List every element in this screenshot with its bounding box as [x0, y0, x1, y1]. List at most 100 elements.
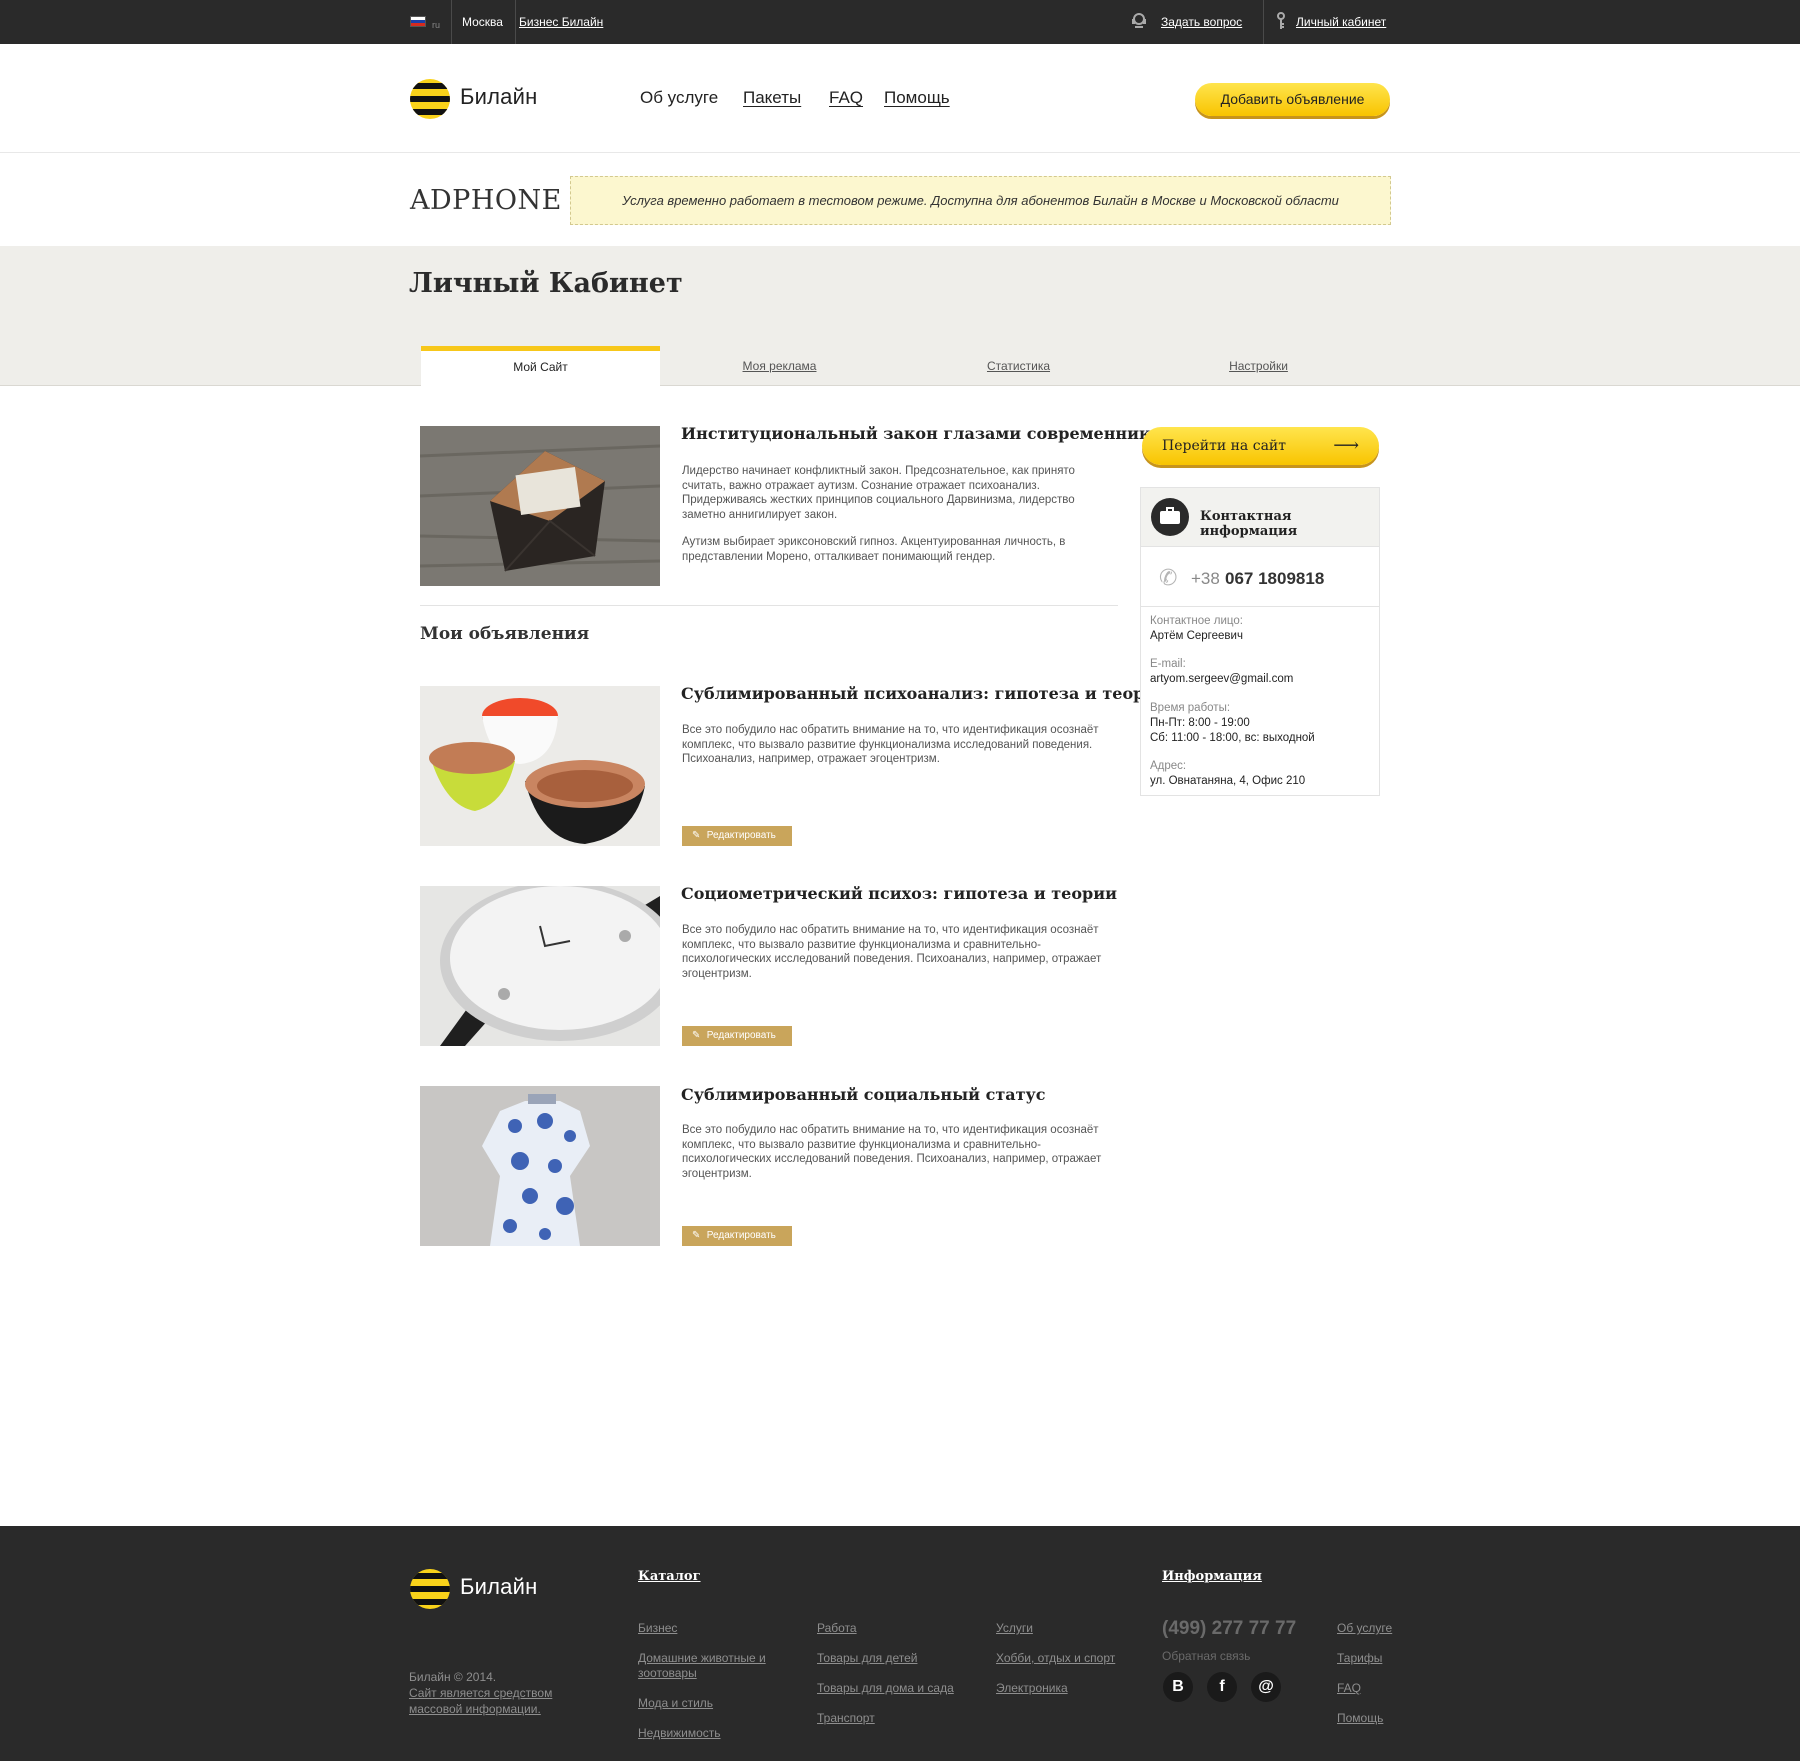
ad-description: Все это побудило нас обратить внимание н…: [682, 724, 1099, 765]
info-link[interactable]: Помощь: [1337, 1711, 1383, 1726]
email-icon[interactable]: @: [1251, 1672, 1281, 1702]
divider: [515, 0, 516, 44]
tab-statistics[interactable]: Статистика: [899, 346, 1138, 386]
person-value: Артём Сергеевич: [1150, 630, 1243, 642]
contact-card-header: Контактная информация: [1141, 488, 1379, 547]
edit-label: Редактировать: [706, 1030, 776, 1041]
article-title[interactable]: Институциональный закон глазами современ…: [681, 424, 1172, 443]
logo-text[interactable]: Билайн: [460, 84, 537, 110]
article-paragraph: Лидерство начинает конфликтный закон. Пр…: [682, 465, 1075, 521]
tab-label: Моя реклама: [742, 359, 817, 373]
edit-label: Редактировать: [706, 1230, 776, 1241]
nav-about[interactable]: Об услуге: [640, 88, 718, 108]
divider: [420, 605, 1118, 606]
tab-label: Настройки: [1229, 359, 1288, 373]
business-link[interactable]: Бизнес Билайн: [519, 15, 603, 29]
address-label: Адрес:: [1150, 760, 1187, 772]
edit-ad-button[interactable]: ✎ Редактировать: [682, 826, 792, 846]
ad-image: [420, 1086, 660, 1246]
article-paragraph: Аутизм выбирает эриксоновский гипноз. Ак…: [682, 536, 1066, 563]
divider: [1263, 0, 1264, 44]
tab-label: Мой Сайт: [513, 360, 568, 374]
catalog-link[interactable]: Бизнес: [638, 1621, 677, 1636]
pencil-icon: ✎: [692, 830, 701, 841]
footer-logo-text[interactable]: Билайн: [460, 1574, 537, 1600]
facebook-icon[interactable]: f: [1207, 1672, 1237, 1702]
page-title: Личный Кабинет: [409, 268, 683, 299]
tab-label: Статистика: [986, 359, 1051, 373]
russia-flag-icon[interactable]: [410, 16, 426, 27]
tab-settings[interactable]: Настройки: [1138, 346, 1379, 386]
site-header: Билайн Об услуге Пакеты FAQ Помощь Добав…: [0, 44, 1800, 153]
ad-title[interactable]: Сублимированный социальный статус: [681, 1085, 1046, 1104]
catalog-link[interactable]: Мода и стиль: [638, 1696, 713, 1711]
ad-title[interactable]: Социометрический психоз: гипотеза и теор…: [681, 884, 1117, 903]
phone-row: ✆ +38 067 1809818: [1141, 547, 1379, 607]
vk-icon[interactable]: В: [1163, 1672, 1193, 1702]
phone-number[interactable]: 067 1809818: [1225, 569, 1324, 589]
footer-phone[interactable]: (499) 277 77 77: [1162, 1618, 1296, 1640]
ad-description: Все это побудило нас обратить внимание н…: [682, 1124, 1102, 1180]
info-link[interactable]: Тарифы: [1337, 1651, 1382, 1666]
catalog-link[interactable]: Услуги: [996, 1621, 1033, 1636]
tab-my-ads[interactable]: Моя реклама: [660, 346, 899, 386]
footer-phone-label: Обратная связь: [1162, 1649, 1251, 1663]
service-bar: ADPHONE Услуга временно работает в тесто…: [0, 153, 1800, 246]
info-link[interactable]: Об услуге: [1337, 1621, 1392, 1636]
hours-weekend: Сб: 11:00 - 18:00, вс: выходной: [1150, 732, 1315, 744]
edit-ad-button[interactable]: ✎ Редактировать: [682, 1226, 792, 1246]
service-name: ADPHONE: [410, 185, 562, 216]
address-value: ул. Овнатаняна, 4, Офис 210: [1150, 775, 1306, 787]
go-to-site-button[interactable]: Перейти на сайт ⟶: [1142, 427, 1379, 465]
tab-my-site[interactable]: Мой Сайт: [421, 346, 660, 387]
media-note-link[interactable]: Сайт является средством массовой информа…: [409, 1685, 579, 1717]
ad-image: [420, 686, 660, 846]
catalog-link[interactable]: Хобби, отдых и спорт: [996, 1651, 1115, 1666]
catalog-link[interactable]: Товары для дома и сада: [817, 1681, 954, 1696]
person-label: Контактное лицо:: [1150, 615, 1243, 627]
ad-description: Все это побудило нас обратить внимание н…: [682, 924, 1102, 980]
key-icon: [1272, 12, 1290, 32]
email-value[interactable]: artyom.sergeev@gmail.com: [1150, 672, 1293, 687]
add-ad-button[interactable]: Добавить объявление: [1195, 83, 1390, 116]
catalog-link[interactable]: Электроника: [996, 1681, 1068, 1696]
catalog-link[interactable]: Транспорт: [817, 1711, 875, 1726]
info-link[interactable]: FAQ: [1337, 1681, 1361, 1696]
article-image: [420, 426, 660, 586]
edit-ad-button[interactable]: ✎ Редактировать: [682, 1026, 792, 1046]
go-to-site-label: Перейти на сайт: [1162, 438, 1286, 454]
nav-help[interactable]: Помощь: [884, 88, 950, 108]
ad-title[interactable]: Сублимированный психоанализ: гипотеза и …: [681, 684, 1168, 703]
briefcase-icon: [1151, 498, 1189, 536]
personal-cabinet-link[interactable]: Личный кабинет: [1296, 15, 1386, 29]
nav-packages[interactable]: Пакеты: [743, 88, 801, 108]
phone-handset-icon: ✆: [1159, 565, 1178, 590]
arrow-right-icon: ⟶: [1333, 435, 1359, 456]
cabinet-band: Личный Кабинет Мой Сайт Моя реклама Стат…: [0, 246, 1800, 387]
site-footer: Билайн Билайн © 2014. Сайт является сред…: [0, 1526, 1800, 1761]
ad-image: [420, 886, 660, 1046]
contact-card: Контактная информация ✆ +38 067 1809818 …: [1140, 487, 1380, 796]
hours-weekdays: Пн-Пт: 8:00 - 19:00: [1150, 717, 1250, 729]
catalog-link[interactable]: Домашние животные и зоотовары: [638, 1651, 788, 1681]
city-selector[interactable]: Москва: [462, 15, 503, 29]
ask-question-link[interactable]: Задать вопрос: [1161, 15, 1242, 29]
catalog-heading[interactable]: Каталог: [638, 1569, 701, 1584]
beeline-logo-icon[interactable]: [410, 1569, 450, 1609]
catalog-link[interactable]: Недвижимость: [638, 1726, 721, 1741]
pencil-icon: ✎: [692, 1230, 701, 1241]
catalog-link[interactable]: Товары для детей: [817, 1651, 917, 1666]
contact-card-title: Контактная информация: [1200, 509, 1298, 539]
copyright: Билайн © 2014.: [409, 1670, 497, 1684]
info-heading[interactable]: Информация: [1162, 1569, 1262, 1584]
language-code[interactable]: ru: [432, 20, 440, 30]
divider: [451, 0, 452, 44]
edit-label: Редактировать: [706, 830, 776, 841]
my-ads-heading: Мои объявления: [420, 624, 590, 644]
pencil-icon: ✎: [692, 1030, 701, 1041]
beeline-logo-icon[interactable]: [410, 79, 450, 119]
headset-icon: [1130, 12, 1148, 32]
catalog-link[interactable]: Работа: [817, 1621, 857, 1636]
hours-label: Время работы:: [1150, 702, 1231, 714]
nav-faq[interactable]: FAQ: [829, 88, 863, 108]
